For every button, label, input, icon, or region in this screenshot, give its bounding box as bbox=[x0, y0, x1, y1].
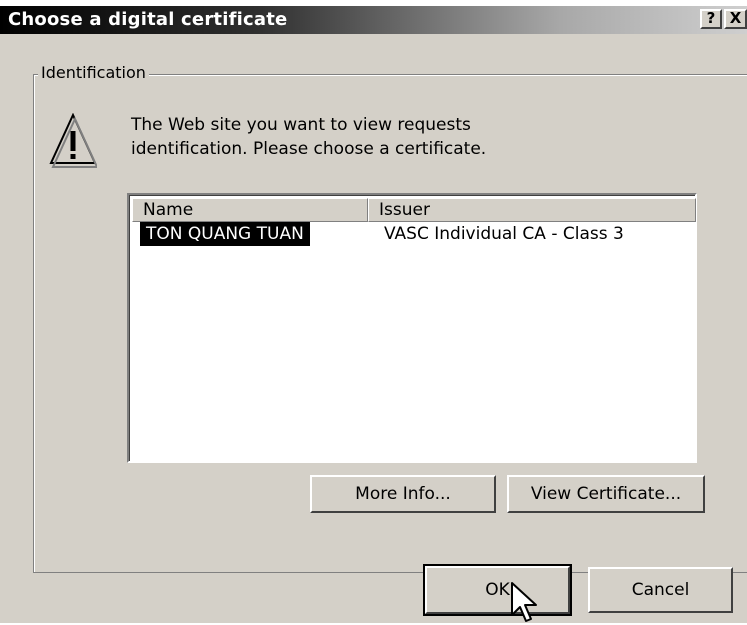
certificate-name-cell[interactable]: TON QUANG TUAN bbox=[140, 222, 310, 246]
more-info-button[interactable]: More Info... bbox=[310, 475, 496, 513]
column-header-issuer[interactable]: Issuer bbox=[368, 198, 696, 222]
close-button[interactable]: X bbox=[724, 9, 747, 29]
message-line-1: The Web site you want to view requests bbox=[131, 115, 471, 135]
help-button[interactable]: ? bbox=[700, 9, 722, 29]
title-bar[interactable]: Choose a digital certificate ? X bbox=[0, 6, 747, 34]
warning-icon bbox=[49, 113, 97, 168]
cancel-button[interactable]: Cancel bbox=[588, 567, 733, 613]
certificate-list[interactable]: Name Issuer TON QUANG TUAN VASC Individu… bbox=[127, 193, 697, 463]
certificate-dialog: Choose a digital certificate ? X Identif… bbox=[0, 6, 747, 623]
table-row[interactable]: TON QUANG TUAN VASC Individual CA - Clas… bbox=[134, 222, 694, 246]
ok-button[interactable]: OK bbox=[423, 564, 572, 616]
view-certificate-button[interactable]: View Certificate... bbox=[507, 475, 705, 513]
message-text: The Web site you want to view requests i… bbox=[131, 113, 651, 161]
column-header-name[interactable]: Name bbox=[132, 198, 368, 222]
group-label: Identification bbox=[38, 63, 149, 82]
message-line-2: identification. Please choose a certific… bbox=[131, 139, 487, 159]
dialog-title: Choose a digital certificate bbox=[8, 9, 288, 30]
mouse-pointer-icon bbox=[511, 582, 537, 622]
certificate-issuer-cell[interactable]: VASC Individual CA - Class 3 bbox=[384, 222, 624, 246]
